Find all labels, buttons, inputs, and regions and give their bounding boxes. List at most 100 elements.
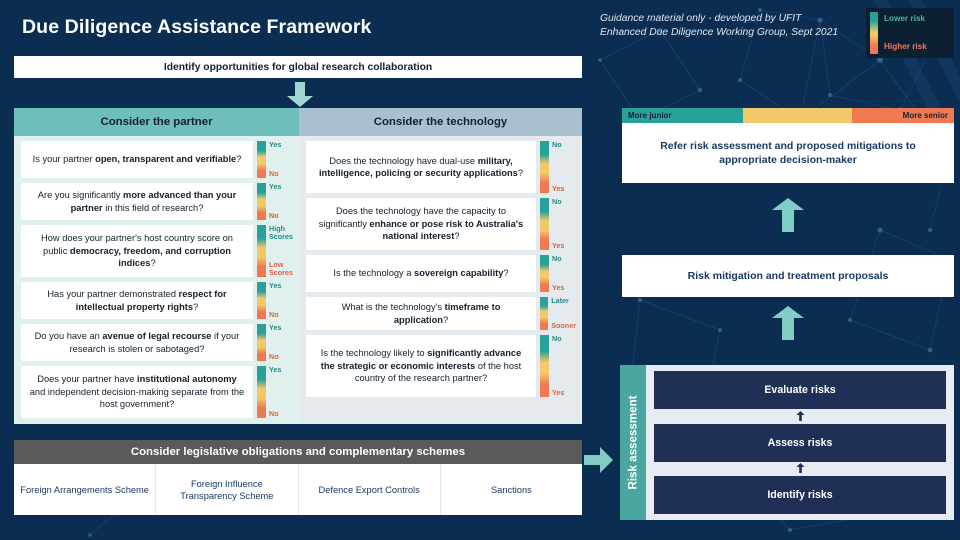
question-text: What is the technology's timeframe to ap… [306,297,536,330]
arrow-up-small-icon [654,463,946,474]
legislative-items: Foreign Arrangements Scheme Foreign Influ… [14,464,582,515]
risk-gradient-bar-icon [540,297,549,330]
arrow-down-icon [287,82,313,107]
risk-scale-high-label: No [269,351,279,361]
question-text: Do you have an avenue of legal recourse … [21,324,253,361]
question-text: Does the technology have dual-use milita… [306,141,536,193]
refer-body-text: Refer risk assessment and proposed mitig… [622,123,954,183]
risk-gradient-bar-icon [540,335,549,397]
question-text: Are you significantly more advanced than… [21,183,253,220]
question-row: Does the technology have dual-use milita… [306,140,576,193]
legend-higher-risk-label: Higher risk [884,42,927,51]
legislative-scheme-item[interactable]: Sanctions [441,464,582,515]
risk-scale: High Scores Low Scores [257,224,293,277]
panel-technology-heading: Consider the technology [299,108,582,136]
risk-mitigation-box: Risk mitigation and treatment proposals [622,255,954,297]
arrow-right-icon [584,447,613,473]
risk-scale-low-label: No [552,254,562,263]
question-row: Are you significantly more advanced than… [21,182,293,220]
arrow-up-icon-lower [772,306,804,340]
risk-assessment-side-label: Risk assessment [626,395,640,490]
page-title: Due Diligence Assistance Framework [22,16,372,38]
panel-consider-partner: Consider the partner Is your partner ope… [14,108,299,424]
risk-scale-labels: Later Sooner [548,296,576,330]
risk-scale-low-label: Yes [269,365,282,374]
risk-scale-low-label: Yes [269,140,282,149]
risk-gradient-bar-icon [257,324,266,361]
seniority-senior-segment: More senior [852,108,954,123]
risk-scale-high-label: Yes [552,183,565,193]
risk-scale-high-label: Yes [552,282,565,292]
question-text: Is your partner open, transparent and ve… [21,141,253,178]
question-row: What is the technology's timeframe to ap… [306,296,576,330]
risk-scale-high-label: Yes [552,387,565,397]
risk-gradient-bar-icon [257,141,266,178]
legislative-obligations-box: Consider legislative obligations and com… [14,440,582,515]
risk-gradient-bar-icon [257,366,266,418]
risk-scale: Yes No [257,281,293,319]
question-row: Does the technology have the capacity to… [306,197,576,250]
risk-gradient-bar-icon [257,183,266,220]
question-row: How does your partner's host country sco… [21,224,293,277]
risk-scale-high-label: No [269,309,279,319]
risk-scale-high-label: Sooner [551,320,576,330]
seniority-scale: More junior More senior [622,108,954,123]
arrow-up-icon-upper [772,198,804,232]
question-row: Is the technology likely to significantl… [306,334,576,397]
risk-scale-low-label: No [552,140,562,149]
seniority-mid-segment [743,108,852,123]
seniority-senior-label: More senior [902,111,948,120]
risk-step: Identify risks [654,476,946,514]
seniority-junior-segment: More junior [622,108,744,123]
risk-scale-low-label: Yes [269,182,282,191]
risk-scale-labels: Yes No [266,140,293,178]
question-text: Is the technology likely to significantl… [306,335,536,397]
risk-scale: Yes No [257,140,293,178]
question-text: Has your partner demonstrated respect fo… [21,282,253,319]
risk-gradient-bar-icon [257,282,266,319]
risk-gradient-bar-icon [870,12,878,54]
risk-scale-labels: High Scores Low Scores [266,224,293,277]
risk-scale: No Yes [540,140,576,193]
risk-scale: Later Sooner [540,296,576,330]
refer-decision-maker-box: More junior More senior Refer risk asses… [622,108,954,183]
legislative-scheme-item[interactable]: Defence Export Controls [299,464,441,515]
risk-scale-low-label: No [552,197,562,206]
risk-legend-labels: Lower risk Higher risk [884,12,950,54]
panel-consider-technology: Consider the technology Does the technol… [299,108,582,424]
risk-scale-labels: No Yes [549,334,576,397]
risk-gradient-bar-icon [540,198,549,250]
risk-legend: Lower risk Higher risk [866,8,954,58]
legislative-scheme-item[interactable]: Foreign Influence Transparency Scheme [156,464,299,515]
risk-scale-labels: Yes No [266,323,293,361]
risk-scale-labels: No Yes [549,197,576,250]
risk-scale-high-label: No [269,168,279,178]
question-row: Has your partner demonstrated respect fo… [21,281,293,319]
risk-step: Evaluate risks [654,371,946,409]
risk-scale-high-label: Yes [552,240,565,250]
risk-scale-labels: Yes No [266,182,293,220]
risk-gradient-bar-icon [257,225,266,277]
risk-scale: Yes No [257,323,293,361]
risk-assessment-steps: Evaluate risks Assess risks Identify risks [646,365,954,520]
question-row: Is the technology a sovereign capability… [306,254,576,292]
risk-scale: No Yes [540,254,576,292]
risk-scale-labels: Yes No [266,365,293,418]
question-text: Does the technology have the capacity to… [306,198,536,250]
question-text: Does your partner have institutional aut… [21,366,253,418]
panel-technology-questions: Does the technology have dual-use milita… [299,136,582,424]
panel-partner-questions: Is your partner open, transparent and ve… [14,136,299,424]
risk-scale-low-label: Yes [269,281,282,290]
risk-gradient-bar-icon [540,255,549,292]
risk-scale-high-label: No [269,408,279,418]
risk-scale: No Yes [540,197,576,250]
identify-opportunities-bar: Identify opportunities for global resear… [14,56,582,78]
risk-scale-high-label: Low Scores [269,259,293,277]
question-text: Is the technology a sovereign capability… [306,255,536,292]
risk-assessment-side-tab: Risk assessment [620,365,646,520]
legislative-scheme-item[interactable]: Foreign Arrangements Scheme [14,464,157,515]
legend-lower-risk-label: Lower risk [884,14,925,23]
seniority-junior-label: More junior [628,111,672,120]
risk-scale-labels: No Yes [549,140,576,193]
question-text: How does your partner's host country sco… [21,225,253,277]
